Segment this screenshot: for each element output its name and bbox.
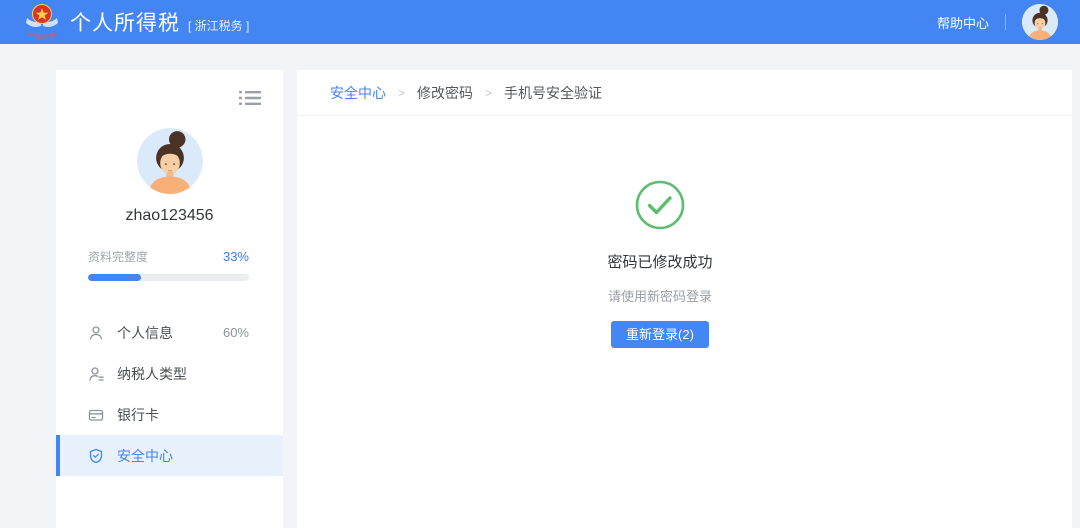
main-panel: 安全中心 > 修改密码 > 手机号安全验证 密码已修改成功 请使用新密码登录 重… xyxy=(297,70,1072,528)
app-region-subtitle: [ 浙江税务 ] xyxy=(188,17,249,34)
progress-bar-fill xyxy=(88,274,141,281)
help-center-link[interactable]: 帮助中心 xyxy=(937,13,989,32)
breadcrumb-separator: > xyxy=(398,86,405,100)
breadcrumb: 安全中心 > 修改密码 > 手机号安全验证 xyxy=(297,70,1072,116)
menu-list-icon[interactable] xyxy=(239,90,261,106)
sidebar-item-personal-info[interactable]: 个人信息 60% xyxy=(56,312,283,353)
progress-bar xyxy=(88,274,249,281)
sidebar-item-extra: 60% xyxy=(223,325,249,340)
sidebar-item-bank-card[interactable]: 银行卡 xyxy=(56,394,283,435)
profile-completeness-label: 资料完整度 xyxy=(88,248,148,265)
app-header: 中国税务 个人所得税 [ 浙江税务 ] 帮助中心 xyxy=(0,0,1080,44)
person-icon xyxy=(88,325,104,341)
app-title: 个人所得税 xyxy=(70,7,180,37)
success-title: 密码已修改成功 xyxy=(607,251,712,272)
profile-completeness: 资料完整度 33% xyxy=(88,248,249,281)
sidebar-item-label: 安全中心 xyxy=(117,446,173,466)
success-panel: 密码已修改成功 请使用新密码登录 重新登录(2) xyxy=(297,116,1072,348)
user-avatar[interactable] xyxy=(1022,4,1058,40)
sidebar-item-security-center[interactable]: 安全中心 xyxy=(56,435,283,476)
bank-card-icon xyxy=(88,407,104,423)
sidebar-item-taxpayer-type[interactable]: 纳税人类型 xyxy=(56,353,283,394)
sidebar-item-label: 银行卡 xyxy=(117,405,159,425)
header-divider xyxy=(1005,14,1006,30)
profile-completeness-value: 33% xyxy=(223,249,249,264)
sidebar-item-label: 纳税人类型 xyxy=(117,364,187,384)
breadcrumb-separator: > xyxy=(485,86,492,100)
sidebar-menu: 个人信息 60% 纳税人类型 银行卡 xyxy=(56,312,283,476)
sidebar-item-label: 个人信息 xyxy=(117,323,173,343)
relogin-button[interactable]: 重新登录(2) xyxy=(611,321,709,348)
success-subtitle: 请使用新密码登录 xyxy=(608,286,712,305)
profile-avatar xyxy=(137,128,203,194)
tax-bureau-logo-icon: 中国税务 xyxy=(24,3,60,41)
sidebar: zhao123456 资料完整度 33% 个人信息 60% xyxy=(56,70,283,528)
breadcrumb-change-password: 修改密码 xyxy=(417,83,473,103)
success-check-icon xyxy=(635,180,685,230)
page: 中国税务 个人所得税 [ 浙江税务 ] 帮助中心 zhao123456 资 xyxy=(0,0,1080,528)
taxpayer-type-icon xyxy=(88,366,104,382)
header-right: 帮助中心 xyxy=(937,4,1058,40)
shield-icon xyxy=(88,448,104,464)
logo-caption: 中国税务 xyxy=(28,32,56,41)
breadcrumb-phone-verification: 手机号安全验证 xyxy=(504,83,602,103)
breadcrumb-security-center[interactable]: 安全中心 xyxy=(330,83,386,103)
username: zhao123456 xyxy=(56,207,283,225)
